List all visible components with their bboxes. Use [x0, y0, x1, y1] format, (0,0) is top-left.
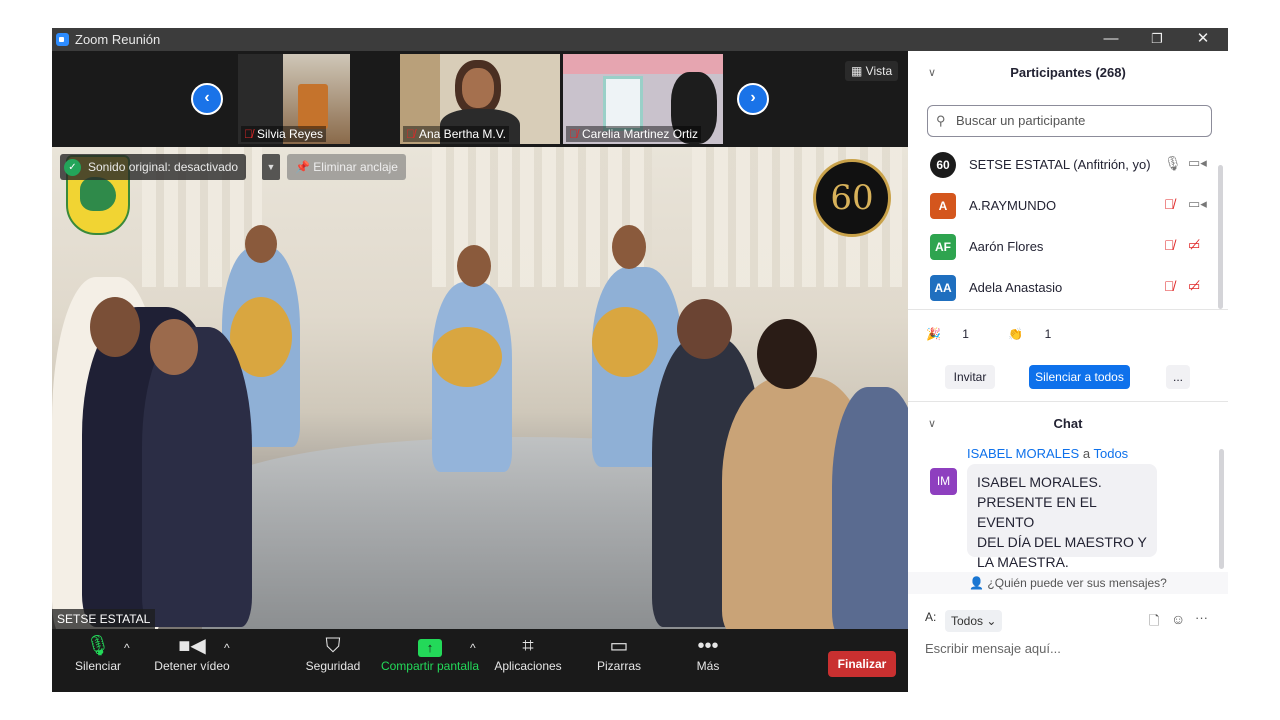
chat-recipient-row: A: Todos ⌄ 🗋 ☺ ··· — [925, 610, 1215, 632]
thumbnail-name: 🎙̸ Silvia Reyes — [241, 126, 327, 142]
original-sound-banner[interactable]: ✓ Sonido original: desactivado — [60, 154, 247, 180]
who-can-see-messages-link[interactable]: 👤 ¿Quién puede ver sus mensajes? — [908, 572, 1228, 594]
chat-message-bubble: ISABEL MORALES. PRESENTE EN EL EVENTO DE… — [967, 464, 1157, 570]
zoom-app-icon — [56, 33, 69, 46]
chevron-down-icon: ⌄ — [986, 614, 997, 628]
minimize-button[interactable]: — — [1088, 28, 1134, 51]
view-button[interactable]: ▦ Vista — [845, 61, 899, 81]
clapping-hands-icon: 👏 1 — [1008, 327, 1052, 341]
video-camera-icon: ■◀ — [178, 635, 206, 657]
pin-icon: 📌 — [295, 160, 314, 174]
grid-icon: ▦ — [851, 64, 866, 78]
mic-muted-icon: 🎙̸ — [569, 127, 578, 141]
participant-scrollbar[interactable] — [1218, 165, 1223, 309]
side-panel: ∨ Participantes (268) ⚲ Buscar un partic… — [908, 51, 1228, 692]
thumbnail-name: 🎙̸ Ana Bertha M.V. — [403, 126, 509, 142]
title-bar: Zoom Reunión — ❐ ✕ — [52, 28, 1228, 51]
chat-message-input[interactable]: Escribir mensaje aquí... — [925, 641, 1061, 656]
meeting-toolbar: 🎙 Silenciar ^ ■◀ Detener vídeo ^ ⛉ Segur… — [52, 629, 908, 692]
whiteboard-icon: ▭ — [609, 635, 629, 657]
chevron-up-icon[interactable]: ^ — [470, 641, 476, 655]
mic-muted-icon: 🎙̸ — [406, 127, 415, 141]
shield-check-icon: ✓ — [64, 159, 81, 176]
avatar: IM — [930, 468, 957, 495]
video-off-icon[interactable]: ▭̸ — [1188, 278, 1200, 294]
chat-header: ∨ Chat — [908, 402, 1228, 446]
avatar: AF — [930, 234, 956, 260]
unpin-button[interactable]: 📌 Eliminar anclaje — [287, 154, 406, 180]
end-meeting-button[interactable]: Finalizar — [828, 651, 896, 677]
party-popper-icon: 🎉 1 — [926, 327, 969, 341]
file-icon[interactable]: 🗋 — [1149, 612, 1159, 634]
restore-button[interactable]: ❐ — [1134, 28, 1180, 51]
participant-thumbnail[interactable]: 🎙̸ Silvia Reyes — [238, 54, 350, 144]
anniversary-logo: 60 — [813, 159, 891, 237]
emoji-icon[interactable]: ☺ — [1171, 611, 1185, 627]
zoom-window: Zoom Reunión — ❐ ✕ ‹ 🎙̸ Silvia Reyes 🎙̸ An… — [52, 28, 1228, 692]
speaker-name-label: SETSE ESTATAL — [52, 609, 156, 629]
video-camera-icon[interactable]: ▭◂ — [1188, 196, 1207, 212]
search-icon: ⚲ — [936, 113, 946, 128]
participant-list: 60 SETSE ESTATAL (Anfitrión, yo) 🎙 ▭◂ A … — [908, 145, 1218, 309]
mic-muted-icon[interactable]: 🎙̸ — [1164, 278, 1175, 294]
chevron-right-icon[interactable]: › — [737, 83, 769, 115]
shield-icon: ⛉ — [325, 635, 341, 657]
security-button[interactable]: ⛉ Seguridad — [304, 629, 362, 692]
chat-message-sender: ISABEL MORALES a Todos — [967, 446, 1129, 461]
mute-button[interactable]: 🎙 Silenciar — [70, 629, 126, 692]
participant-row[interactable]: AA Adela Anastasio 🎙̸ ▭̸ — [908, 268, 1218, 308]
whiteboards-button[interactable]: ▭ Pizarras — [592, 629, 646, 692]
participants-header: ∨ Participantes (268) — [908, 51, 1228, 95]
close-button[interactable]: ✕ — [1180, 28, 1226, 51]
recipient-dropdown[interactable]: Todos ⌄ — [945, 610, 1003, 632]
chevron-down-icon[interactable]: ∨ — [928, 51, 936, 95]
more-button[interactable]: ••• Más — [684, 629, 732, 692]
video-off-icon[interactable]: ▭̸ — [1188, 237, 1200, 253]
participant-thumbnail[interactable]: 🎙̸ Carelia Martinez Ortiz — [563, 54, 723, 144]
chat-scrollbar[interactable] — [1219, 449, 1224, 569]
participants-more-button[interactable]: ... — [1166, 365, 1190, 389]
person-lock-icon: 👤 — [969, 576, 988, 590]
ellipsis-icon: ••• — [697, 635, 719, 657]
avatar: 60 — [930, 152, 956, 178]
video-area: ‹ 🎙̸ Silvia Reyes 🎙̸ Ana Bertha M.V. 🎙̸ Car… — [52, 51, 908, 692]
chevron-up-icon[interactable]: ^ — [224, 641, 230, 655]
microphone-icon: 🎙 — [85, 635, 111, 657]
avatar: A — [930, 193, 956, 219]
chevron-left-icon[interactable]: ‹ — [191, 83, 223, 115]
main-video: 60 ✓ Sonido original: desactivado ▼ 📌 El… — [52, 147, 908, 629]
avatar: AA — [930, 275, 956, 301]
share-screen-button[interactable]: ↑ Compartir pantalla — [380, 629, 480, 692]
participant-row[interactable]: AF Aarón Flores 🎙̸ ▭̸ — [908, 227, 1218, 267]
apps-icon: ⌗ — [522, 635, 534, 657]
microphone-icon[interactable]: 🎙 — [1164, 155, 1182, 172]
thumbnail-strip: ‹ 🎙̸ Silvia Reyes 🎙̸ Ana Bertha M.V. 🎙̸ Car… — [52, 51, 908, 147]
video-camera-icon[interactable]: ▭◂ — [1188, 155, 1207, 171]
stop-video-button[interactable]: ■◀ Detener vídeo — [150, 629, 234, 692]
participant-row[interactable]: 60 SETSE ESTATAL (Anfitrión, yo) 🎙 ▭◂ — [908, 145, 1218, 185]
share-arrow-icon: ↑ — [380, 629, 480, 659]
recipient-label: A: — [925, 610, 937, 624]
chevron-down-icon[interactable]: ▼ — [262, 154, 280, 180]
mic-muted-icon: 🎙̸ — [244, 127, 253, 141]
thumbnail-name: 🎙̸ Carelia Martinez Ortiz — [566, 126, 702, 142]
mic-muted-icon[interactable]: 🎙̸ — [1164, 237, 1175, 253]
chevron-up-icon[interactable]: ^ — [124, 641, 130, 655]
invite-button[interactable]: Invitar — [945, 365, 995, 389]
reaction-counts: 🎉 1 👏 1 — [926, 327, 1087, 341]
participant-thumbnail[interactable]: 🎙̸ Ana Bertha M.V. — [400, 54, 560, 144]
chevron-down-icon[interactable]: ∨ — [928, 402, 936, 446]
mute-all-button[interactable]: Silenciar a todos — [1029, 365, 1130, 389]
ellipsis-icon[interactable]: ··· — [1195, 610, 1208, 625]
window-title: Zoom Reunión — [75, 32, 161, 47]
apps-button[interactable]: ⌗ Aplicaciones — [492, 629, 564, 692]
participant-search-input[interactable]: ⚲ Buscar un participante — [927, 105, 1212, 137]
mic-muted-icon[interactable]: 🎙̸ — [1164, 196, 1175, 212]
participant-row[interactable]: A A.RAYMUNDO 🎙̸ ▭◂ — [908, 186, 1218, 226]
